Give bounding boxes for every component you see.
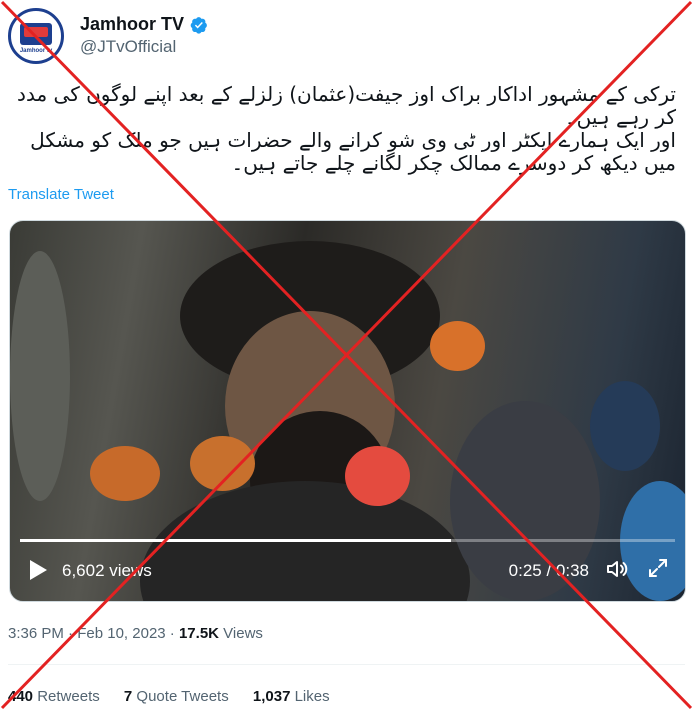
video-views: 6,602 views — [62, 561, 152, 580]
likes-label: Likes — [294, 688, 330, 705]
verified-badge-icon — [190, 16, 207, 34]
display-name[interactable]: Jamhoor TV — [80, 14, 184, 35]
divider — [8, 664, 685, 665]
tweet-line: اور ایک ہمارے ایکٹر اور ٹی وی شو کرانے و… — [30, 128, 676, 175]
likes-count: 1,037 — [252, 688, 291, 705]
tweet-date[interactable]: Feb 10, 2023 — [77, 625, 165, 642]
quote-tweets-label: Quote Tweets — [136, 688, 229, 705]
logo-text: Jamhoor tv — [19, 48, 53, 54]
tv-logo-icon — [20, 23, 52, 45]
video-controls: 6,602 views 0:25 / 0:38 — [10, 545, 685, 601]
handle[interactable]: @JTvOfficial — [80, 37, 208, 57]
play-icon[interactable] — [28, 559, 48, 581]
meta-separator: · — [169, 625, 175, 642]
meta-separator: · — [68, 625, 74, 642]
tweet-header: Jamhoor tv Jamhoor TV @JTvOfficial — [8, 8, 688, 68]
tweet-meta: 3:36 PM · Feb 10, 2023 · 17.5K Views — [8, 625, 263, 642]
views-count: 17.5K — [178, 625, 219, 642]
video-time: 0:25 / 0:38 — [508, 561, 589, 580]
video-frame — [10, 221, 685, 601]
retweets-count: 440 — [8, 688, 34, 705]
translate-tweet-link[interactable]: Translate Tweet — [8, 186, 114, 203]
video-progress-bar[interactable] — [20, 539, 675, 542]
name-block: Jamhoor TV @JTvOfficial — [80, 14, 208, 57]
avatar[interactable]: Jamhoor tv — [8, 8, 64, 64]
views-label: Views — [223, 625, 263, 642]
video-progress-fill — [20, 539, 451, 542]
likes-stat[interactable]: 1,037 Likes — [253, 688, 330, 705]
retweets-label: Retweets — [37, 688, 100, 705]
tweet-text: ترکی کے مشہور اداکار براک اوز جیفت(عثمان… — [10, 83, 676, 175]
tweet-time[interactable]: 3:36 PM — [8, 625, 64, 642]
video-player[interactable]: 6,602 views 0:25 / 0:38 — [9, 220, 686, 602]
fullscreen-icon[interactable] — [647, 557, 669, 579]
display-name-row[interactable]: Jamhoor TV — [80, 14, 208, 35]
quote-tweets-stat[interactable]: 7 Quote Tweets — [124, 688, 233, 705]
volume-icon[interactable] — [605, 557, 629, 581]
tweet-stats: 440 Retweets 7 Quote Tweets 1,037 Likes — [8, 688, 350, 705]
tweet-line: ترکی کے مشہور اداکار براک اوز جیفت(عثمان… — [17, 82, 676, 129]
quote-tweets-count: 7 — [123, 688, 133, 705]
retweets-stat[interactable]: 440 Retweets — [8, 688, 104, 705]
